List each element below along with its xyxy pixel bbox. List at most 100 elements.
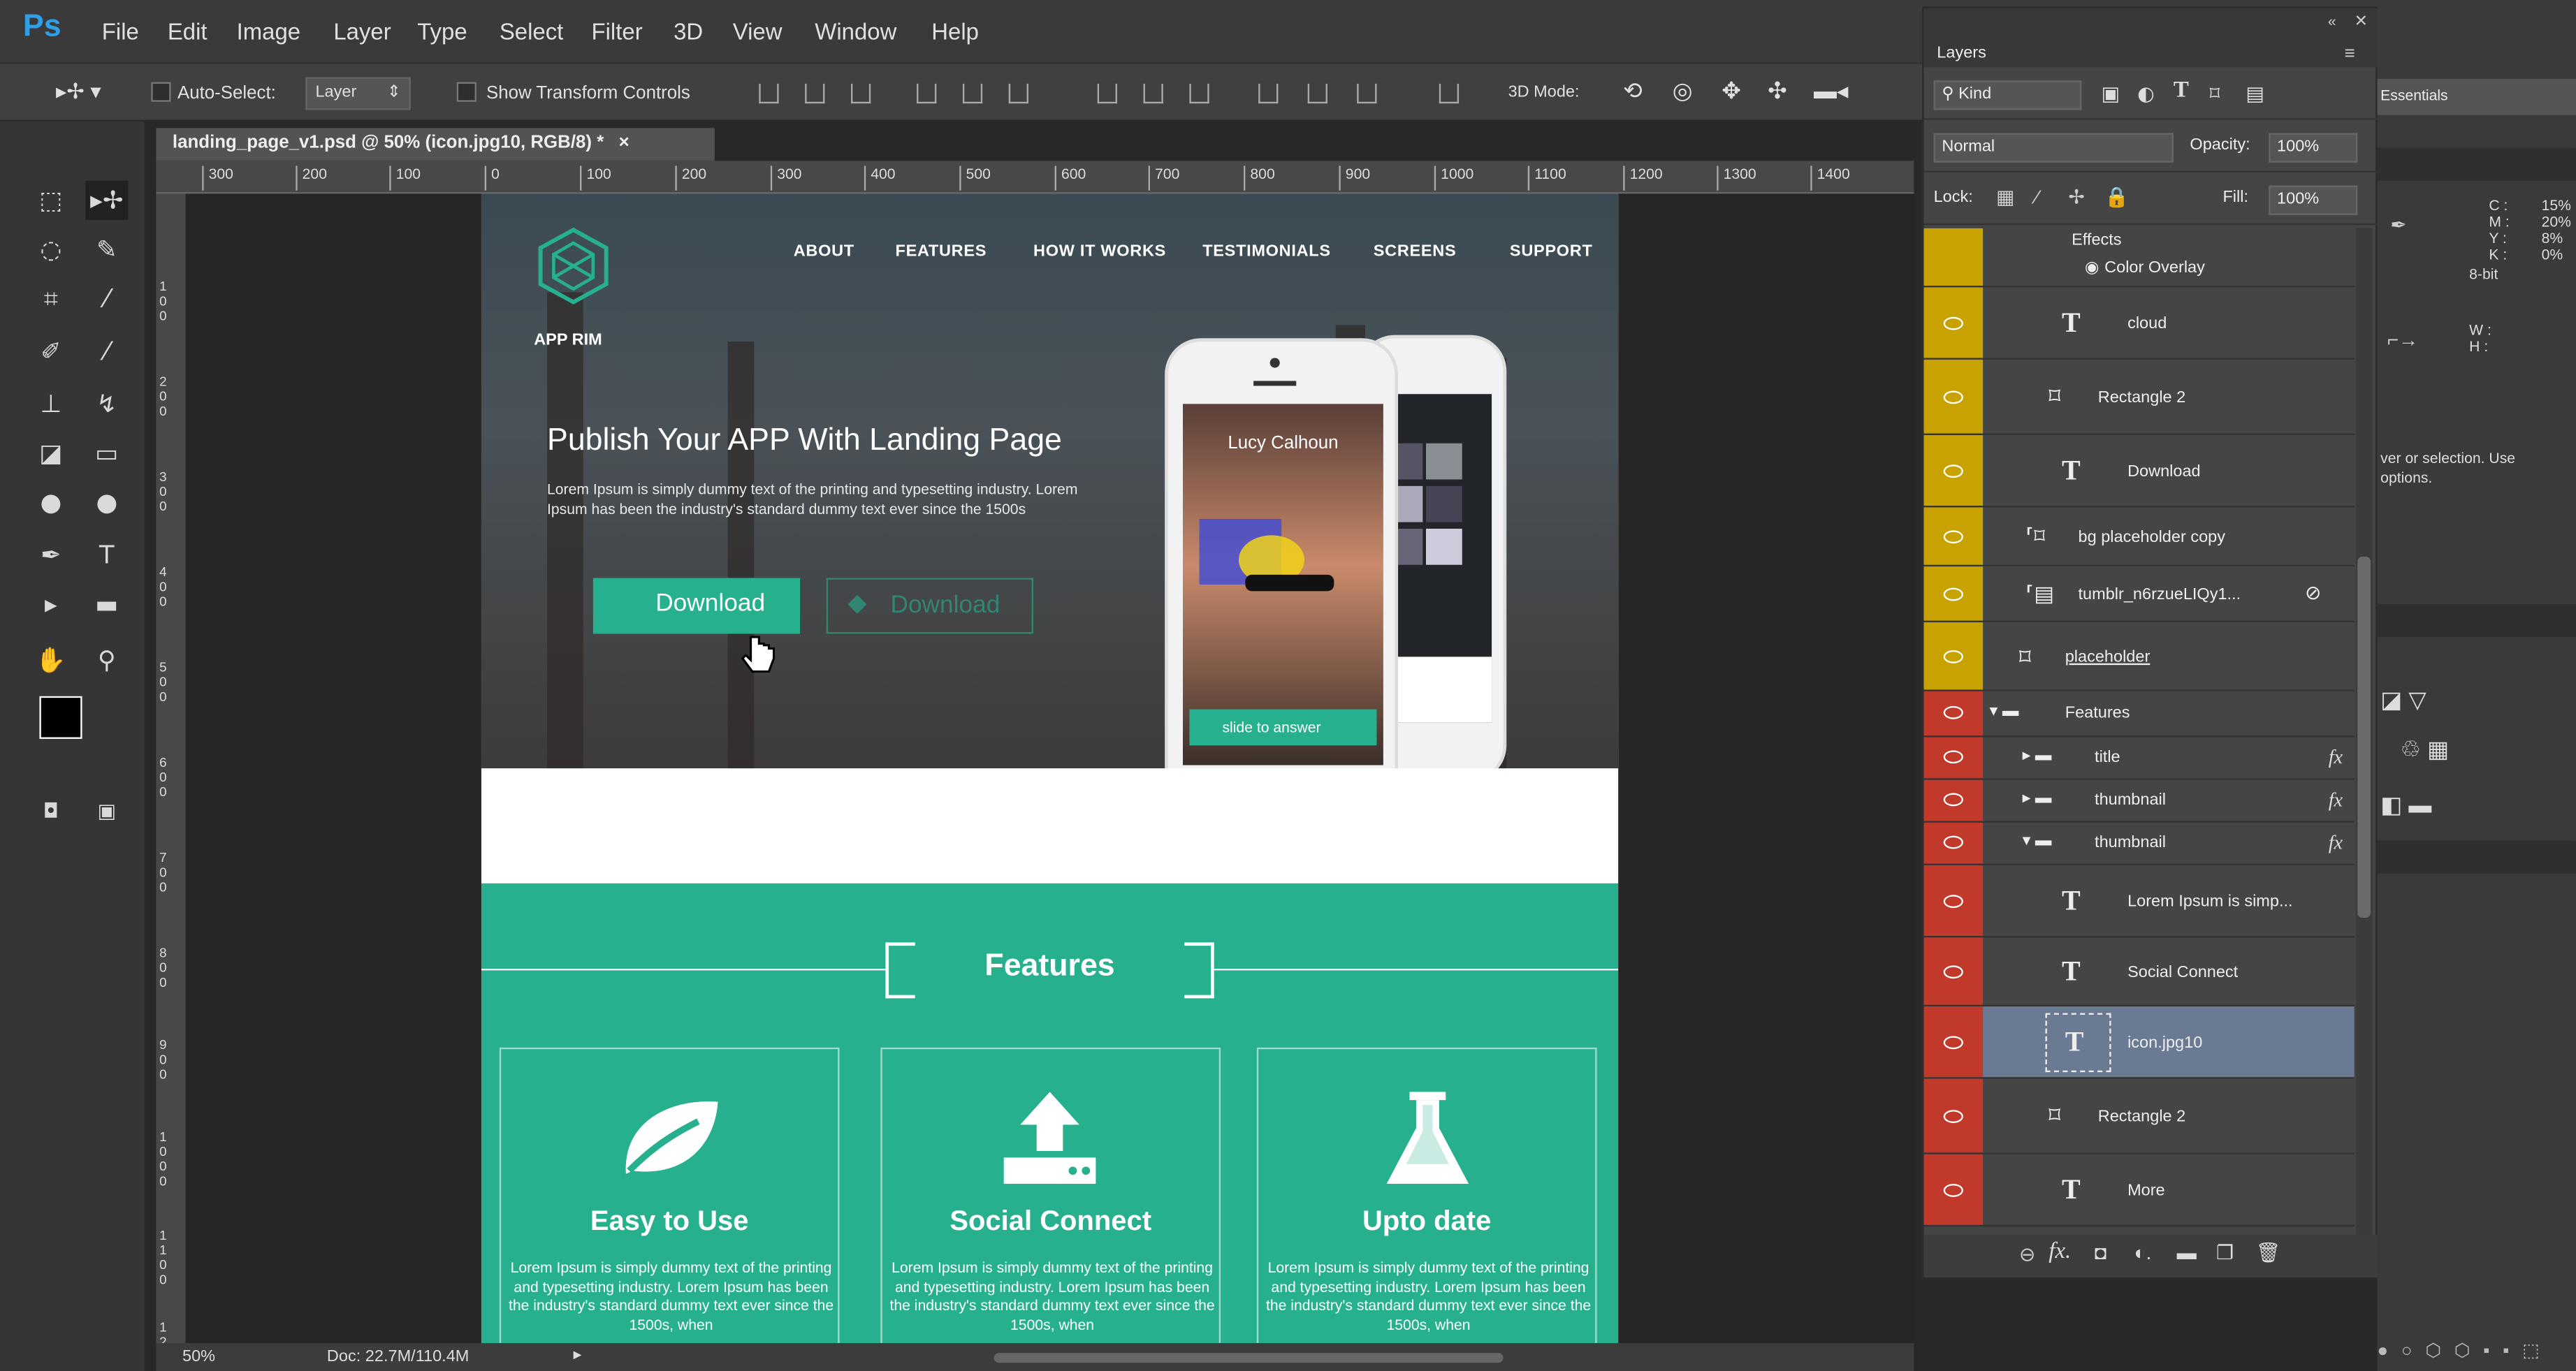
distribute-left-icon[interactable] (1258, 83, 1279, 104)
layer-row-selected[interactable]: T icon.jpg10 (1923, 1006, 2355, 1079)
align-top-icon[interactable] (759, 83, 779, 104)
show-transform-checkbox[interactable] (456, 82, 476, 102)
menu-help[interactable]: Help (931, 18, 979, 45)
marquee-tool-icon[interactable]: ⬚ (29, 181, 72, 220)
align-vcenter-icon[interactable] (805, 83, 825, 104)
workspace-switcher[interactable]: Essentials (2377, 78, 2576, 115)
lock-image-icon[interactable]: ⁄ (2035, 186, 2039, 209)
menu-type[interactable]: Type (417, 18, 467, 45)
layer-group-row[interactable]: ▾ ▬ Features (1923, 691, 2355, 738)
visibility-toggle[interactable] (1923, 434, 1984, 506)
3d-rotate-icon[interactable]: ⟲ (1623, 77, 1643, 105)
link-layers-icon[interactable]: ⊖ (2019, 1243, 2036, 1266)
nav-about[interactable]: ABOUT (794, 243, 854, 261)
eyedropper-tool-icon[interactable]: ⁄ (85, 279, 128, 318)
panel-menu-icon[interactable]: ≡ (2344, 44, 2355, 64)
collapse-arrow-icon[interactable]: ▸ ▬ (2023, 790, 2052, 808)
expand-arrow-icon[interactable]: ▾ ▬ (1990, 703, 2019, 721)
3d-roll-icon[interactable]: ◎ (1673, 77, 1693, 105)
close-panel-icon[interactable]: ✕ (2355, 13, 2368, 31)
layer-row[interactable]: T Download (1923, 434, 2355, 508)
visibility-toggle[interactable] (1923, 1078, 1984, 1153)
menu-layer[interactable]: Layer (333, 18, 391, 45)
layer-row[interactable]: ⌑ Rectangle 2 (1923, 1078, 2355, 1154)
status-menu-arrow-icon[interactable]: ▸ (574, 1347, 582, 1365)
new-group-icon[interactable]: ▬ (2177, 1241, 2197, 1264)
visibility-toggle[interactable] (1923, 566, 1984, 621)
menu-image[interactable]: Image (237, 18, 301, 45)
menu-window[interactable]: Window (815, 18, 896, 45)
layer-row[interactable]: T Social Connect (1923, 937, 2355, 1007)
eye-icon[interactable]: ◉ (2085, 259, 2100, 277)
move-tool-icon[interactable]: ▸✢ (85, 180, 129, 221)
fx-add-icon[interactable]: fx. (2049, 1240, 2071, 1266)
menu-edit[interactable]: Edit (168, 18, 208, 45)
lasso-tool-icon[interactable]: ◌ (29, 230, 72, 269)
visibility-toggle[interactable] (1923, 507, 1984, 565)
adjustment-layer-icon[interactable]: ◐. (2134, 1241, 2151, 1264)
distribute-right-icon[interactable] (1357, 83, 1377, 104)
nav-support[interactable]: SUPPORT (1510, 243, 1593, 261)
menu-file[interactable]: File (102, 18, 139, 45)
foreground-color-swatch[interactable] (39, 696, 82, 739)
filter-adjustment-icon[interactable]: ◐ (2137, 82, 2155, 105)
layer-row[interactable]: T Lorem Ipsum is simp... (1923, 865, 2355, 938)
distribute-bottom-icon[interactable] (1189, 83, 1209, 104)
healing-tool-icon[interactable]: ✐ (29, 332, 72, 371)
move-tool-preset-icon[interactable]: ▸✢ ▾ (56, 79, 101, 105)
adjust-threshold-icon[interactable]: ◧ ▬ (2380, 791, 2431, 819)
adjust-levels-icon[interactable]: ◪ ▽ (2380, 687, 2426, 714)
visibility-toggle[interactable] (1923, 287, 1984, 358)
fill-field[interactable]: 100% (2269, 185, 2358, 215)
add-mask-icon[interactable]: ◘ (2095, 1241, 2106, 1264)
quick-mask-icon[interactable]: ◘ (29, 791, 72, 830)
filter-smart-icon[interactable]: ▤ (2246, 82, 2264, 105)
visibility-toggle[interactable] (1923, 691, 1984, 736)
visibility-toggle[interactable] (1923, 1006, 1984, 1078)
scroll-thumb[interactable] (2357, 556, 2371, 918)
align-left-icon[interactable] (917, 83, 937, 104)
nav-screens[interactable]: SCREENS (1374, 243, 1457, 261)
bottom-panel-icons[interactable]: ●○⬡⬡▪▪⬚ (2377, 1340, 2552, 1361)
rectangle-tool-icon[interactable]: ▬ (85, 585, 128, 624)
layer-group-row[interactable]: ▸ ▬ title fx (1923, 737, 2355, 780)
path-select-tool-icon[interactable]: ▸ (29, 585, 72, 624)
expand-arrow-icon[interactable]: ▾ ▬ (2023, 833, 2052, 851)
hand-tool-icon[interactable]: ✋ (29, 640, 72, 680)
layer-group-row[interactable]: ▸ ▬ thumbnail fx (1923, 779, 2355, 823)
nav-testimonials[interactable]: TESTIMONIALS (1202, 243, 1331, 261)
new-layer-icon[interactable]: ❐ (2216, 1241, 2234, 1264)
visibility-toggle[interactable] (1923, 228, 1984, 286)
horizontal-scrollbar[interactable] (994, 1353, 1504, 1363)
lock-all-icon[interactable]: 🔒 (2104, 186, 2129, 209)
visibility-toggle[interactable] (1923, 822, 1984, 864)
visibility-toggle[interactable] (1923, 865, 1984, 937)
layer-group-row[interactable]: ▾ ▬ thumbnail fx (1923, 822, 2355, 865)
download-button-secondary[interactable]: ◆ Download (826, 578, 1034, 634)
menu-select[interactable]: Select (500, 18, 564, 45)
gradient-tool-icon[interactable]: ▭ (85, 434, 128, 473)
crop-tool-icon[interactable]: ⌗ (29, 279, 72, 318)
kind-filter-dropdown[interactable]: ⚲ Kind (1933, 80, 2082, 110)
layers-scrollbar[interactable] (2355, 228, 2373, 1240)
adjust-mixer-icon[interactable]: ♲ ▦ (2400, 735, 2449, 763)
layer-row[interactable]: ⸢▤ tumblr_n6rzueLIQy1... ⊘ (1923, 566, 2355, 622)
distribute-hcenter-icon[interactable] (1307, 83, 1327, 104)
layer-row[interactable]: Effects Color Overlay ◉ (1923, 228, 2355, 288)
brush-tool-icon[interactable]: ⁄ (85, 332, 128, 371)
type-tool-icon[interactable]: T (85, 535, 128, 574)
nav-how-it-works[interactable]: HOW IT WORKS (1033, 243, 1166, 261)
document-tab[interactable]: landing_page_v1.psd @ 50% (icon.jpg10, R… (156, 128, 715, 161)
opacity-field[interactable]: 100% (2269, 133, 2358, 163)
filter-shape-icon[interactable]: ⌑ (2210, 82, 2220, 105)
menu-filter[interactable]: Filter (592, 18, 643, 45)
align-hcenter-icon[interactable] (962, 83, 983, 104)
dodge-tool-icon[interactable]: ● (85, 483, 128, 522)
3d-scale-icon[interactable]: ▬◂ (1814, 77, 1848, 105)
auto-align-icon[interactable] (1439, 83, 1460, 104)
3d-slide-icon[interactable]: ✣ (1768, 77, 1787, 105)
zoom-tool-icon[interactable]: ⚲ (85, 640, 128, 680)
download-button-primary[interactable]: Download (592, 578, 801, 634)
nav-features[interactable]: FEATURES (896, 243, 987, 261)
layers-list[interactable]: Effects Color Overlay ◉ T cloud ⌑ Rectan… (1923, 228, 2355, 1240)
